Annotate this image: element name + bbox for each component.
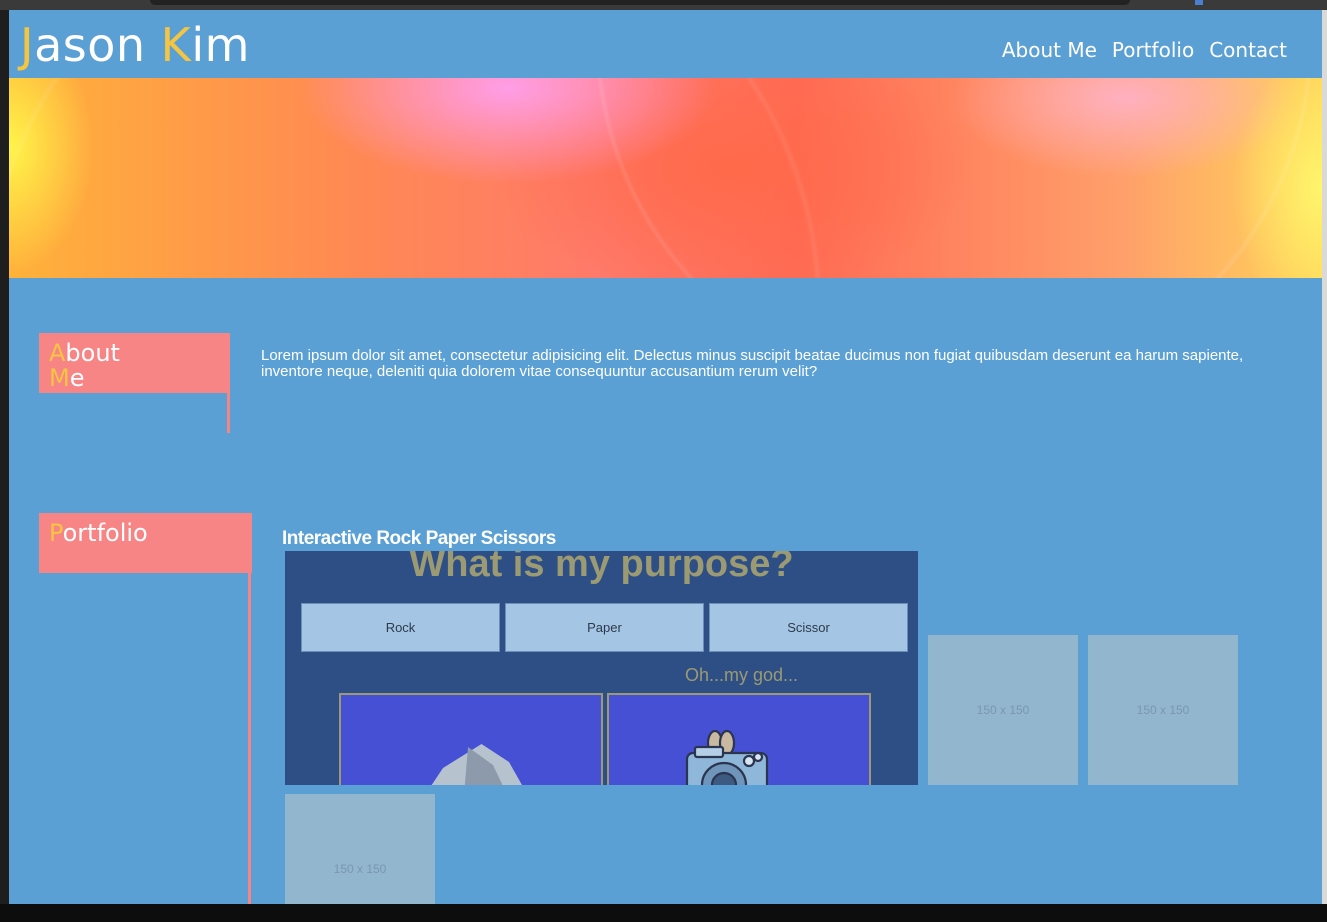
- browser-chrome: [0, 0, 1327, 10]
- title-initial-first: J: [20, 18, 35, 72]
- site-title: Jason Kim: [20, 18, 250, 72]
- player-choice-panel: [339, 693, 603, 785]
- camera-robot-icon: [685, 729, 769, 785]
- nav-about-me[interactable]: About Me: [1002, 38, 1097, 62]
- about-label-initial-a: A: [49, 339, 66, 367]
- rock-button[interactable]: Rock: [301, 603, 500, 652]
- about-label-initial-m: M: [49, 364, 70, 392]
- rps-game-preview[interactable]: What is my purpose? Rock Paper Scissor O…: [285, 551, 918, 785]
- placeholder-thumbnail[interactable]: 150 x 150: [285, 794, 435, 904]
- title-first-rest: ason: [34, 18, 161, 72]
- page-scrollbar[interactable]: [1322, 10, 1327, 904]
- about-label-rest-1: bout: [65, 339, 120, 367]
- about-label-rest-2: e: [69, 364, 85, 392]
- about-divider: [227, 393, 230, 433]
- nav-contact[interactable]: Contact: [1209, 38, 1287, 62]
- portfolio-label-initial: P: [49, 519, 63, 547]
- computer-choice-panel: [607, 693, 871, 785]
- portfolio-label: Portfolio: [39, 513, 252, 573]
- about-text: Lorem ipsum dolor sit amet, consectetur …: [261, 347, 1244, 380]
- page-viewport: Jason Kim About Me Portfolio Contact Abo…: [9, 10, 1322, 904]
- facebook-icon[interactable]: [1195, 0, 1203, 5]
- scissor-button[interactable]: Scissor: [709, 603, 908, 652]
- title-initial-last: K: [160, 18, 192, 72]
- tab-strip: [150, 0, 1130, 5]
- hero-banner: [9, 78, 1322, 278]
- main-nav: About Me Portfolio Contact: [1002, 38, 1287, 62]
- title-last-rest: im: [191, 18, 250, 72]
- bottom-bar: [0, 904, 1327, 922]
- portfolio-label-rest: ortfolio: [62, 519, 148, 547]
- paper-button[interactable]: Paper: [505, 603, 704, 652]
- project-title[interactable]: Interactive Rock Paper Scissors: [282, 528, 556, 550]
- portfolio-divider: [248, 573, 251, 904]
- game-status: Oh...my god...: [685, 665, 799, 685]
- nav-portfolio[interactable]: Portfolio: [1112, 38, 1194, 62]
- about-me-label: About Me: [39, 333, 230, 393]
- game-heading: What is my purpose?: [409, 551, 794, 585]
- placeholder-thumbnail[interactable]: 150 x 150: [928, 635, 1078, 785]
- placeholder-thumbnail[interactable]: 150 x 150: [1088, 635, 1238, 785]
